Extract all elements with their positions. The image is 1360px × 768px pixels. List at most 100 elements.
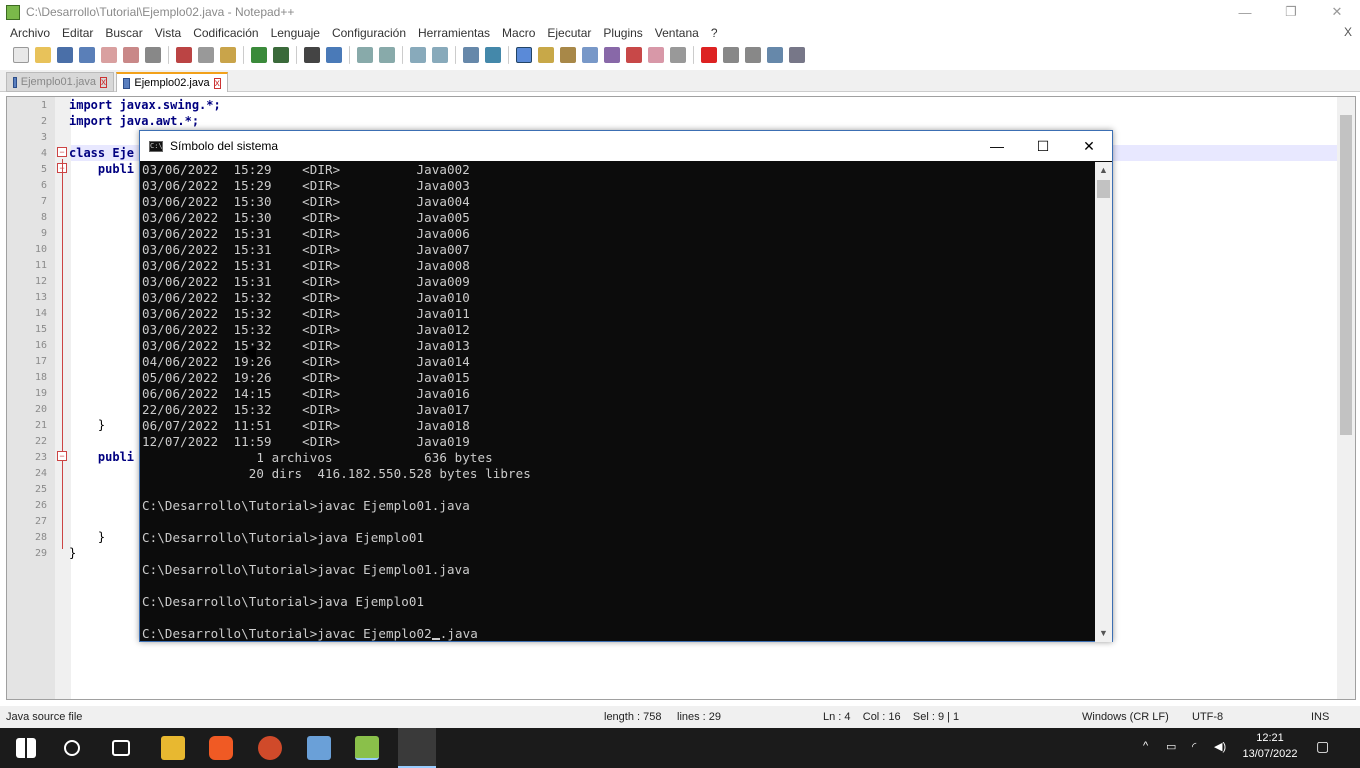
windows-start-icon[interactable] <box>16 738 36 758</box>
cmd-line: 03/06/2022 15:31 <DIR> Java009 <box>142 274 470 289</box>
code-line: import java.awt.*; <box>69 114 199 128</box>
menu-configuracion[interactable]: Configuración <box>332 26 406 40</box>
find-icon[interactable] <box>304 47 320 63</box>
sync-horizontal-icon[interactable] <box>432 47 448 63</box>
cmd-line: 12/07/2022 11:59 <DIR> Java019 <box>142 434 470 449</box>
tab-ejemplo02[interactable]: Ejemplo02.java x <box>116 72 228 92</box>
status-file-type: Java source file <box>6 711 83 723</box>
paste-icon[interactable] <box>220 47 236 63</box>
scrollbar-thumb[interactable] <box>1097 180 1110 198</box>
redo-icon[interactable] <box>273 47 289 63</box>
menu-vista[interactable]: Vista <box>155 26 181 40</box>
cmd-output[interactable]: 03/06/2022 15:29 <DIR> Java002 03/06/2022… <box>142 162 1096 641</box>
menu-editar[interactable]: Editar <box>62 26 93 40</box>
function-list-icon[interactable] <box>582 47 598 63</box>
scroll-down-icon[interactable]: ▼ <box>1095 625 1112 642</box>
menu-macro[interactable]: Macro <box>502 26 535 40</box>
volume-icon[interactable]: ◀) <box>1214 740 1226 753</box>
tray-chevron-icon[interactable]: ^ <box>1143 740 1148 752</box>
menu-archivo[interactable]: Archivo <box>10 26 50 40</box>
cmd-scrollbar[interactable]: ▲ ▼ <box>1095 162 1112 642</box>
folder-workspace-icon[interactable] <box>604 47 620 63</box>
notepad-icon[interactable] <box>307 736 331 760</box>
notifications-icon[interactable]: ▢ <box>1316 738 1329 755</box>
tab-close-icon[interactable]: x <box>213 77 221 89</box>
word-wrap-icon[interactable] <box>463 47 479 63</box>
clock-time[interactable]: 12:21 <box>1240 732 1300 744</box>
document-close-icon[interactable]: X <box>1344 25 1352 39</box>
powerpoint-icon[interactable] <box>258 736 282 760</box>
menu-ventana[interactable]: Ventana <box>655 26 699 40</box>
cmd-current-line[interactable]: C:\Desarrollo\Tutorial>javac Ejemplo02 .j… <box>142 626 1096 641</box>
play-macro-icon[interactable] <box>745 47 761 63</box>
search-icon[interactable] <box>64 740 80 756</box>
wifi-icon[interactable]: ◜ <box>1192 740 1196 753</box>
print-icon[interactable] <box>145 47 161 63</box>
line-number: 25 <box>34 484 47 495</box>
macro-stop-icon[interactable] <box>670 47 686 63</box>
toolbar-separator <box>296 46 297 64</box>
close-file-icon[interactable] <box>101 47 117 63</box>
cmd-close-button[interactable]: ✕ <box>1066 131 1112 161</box>
close-all-icon[interactable] <box>123 47 139 63</box>
fold-toggle-icon[interactable]: − <box>57 451 67 461</box>
command-prompt-window[interactable]: C:\ Símbolo del sistema — ☐ ✕ 03/06/2022… <box>139 130 1113 642</box>
menu-ejecutar[interactable]: Ejecutar <box>547 26 591 40</box>
udl-icon[interactable] <box>538 47 554 63</box>
sync-vertical-icon[interactable] <box>410 47 426 63</box>
menu-herramientas[interactable]: Herramientas <box>418 26 490 40</box>
fold-toggle-icon[interactable]: − <box>57 147 67 157</box>
cmd-line: C:\Desarrollo\Tutorial>javac Ejemplo01.j… <box>142 562 470 577</box>
scroll-up-icon[interactable]: ▲ <box>1095 162 1112 179</box>
cmd-maximize-button[interactable]: ☐ <box>1020 131 1066 161</box>
save-icon[interactable] <box>57 47 73 63</box>
play-multiple-icon[interactable] <box>767 47 783 63</box>
macro-icon[interactable] <box>648 47 664 63</box>
minimize-button[interactable]: — <box>1222 0 1268 24</box>
line-number: 20 <box>34 404 47 415</box>
cmd-title-bar[interactable]: C:\ Símbolo del sistema — ☐ ✕ <box>140 131 1112 161</box>
close-button[interactable]: ✕ <box>1314 0 1360 24</box>
menu-lenguaje[interactable]: Lenguaje <box>271 26 320 40</box>
doc-map-icon[interactable] <box>560 47 576 63</box>
tab-close-icon[interactable]: x <box>100 76 107 88</box>
save-macro-icon[interactable] <box>789 47 805 63</box>
zoom-in-icon[interactable] <box>357 47 373 63</box>
clock-date[interactable]: 13/07/2022 <box>1240 748 1300 760</box>
task-view-icon[interactable] <box>112 740 130 756</box>
scrollbar-thumb[interactable] <box>1340 115 1352 435</box>
replace-icon[interactable] <box>326 47 342 63</box>
zoom-out-icon[interactable] <box>379 47 395 63</box>
notepadpp-taskbar-icon[interactable] <box>355 736 379 760</box>
menu-codificacion[interactable]: Codificación <box>193 26 258 40</box>
save-all-icon[interactable] <box>79 47 95 63</box>
line-number: 5 <box>40 164 47 175</box>
cmd-taskbar-icon[interactable] <box>398 728 436 768</box>
battery-icon[interactable]: ▭ <box>1166 740 1176 753</box>
copy-icon[interactable] <box>198 47 214 63</box>
monitoring-icon[interactable] <box>626 47 642 63</box>
cmd-minimize-button[interactable]: — <box>974 131 1020 161</box>
maximize-button[interactable]: ❐ <box>1268 0 1314 24</box>
indent-guide-icon[interactable] <box>516 47 532 63</box>
cmd-line <box>142 546 1096 562</box>
menu-buscar[interactable]: Buscar <box>105 26 142 40</box>
status-bar: Java source file length : 758 lines : 29… <box>0 706 1360 728</box>
tab-ejemplo01[interactable]: Ejemplo01.java x <box>6 72 114 92</box>
brave-browser-icon[interactable] <box>209 736 233 760</box>
code-line: class Eje <box>69 146 134 160</box>
open-file-icon[interactable] <box>35 47 51 63</box>
status-eol[interactable]: Windows (CR LF) <box>1082 711 1169 723</box>
show-all-chars-icon[interactable] <box>485 47 501 63</box>
menu-plugins[interactable]: Plugins <box>603 26 642 40</box>
stop-macro-icon[interactable] <box>723 47 739 63</box>
record-macro-icon[interactable] <box>701 47 717 63</box>
undo-icon[interactable] <box>251 47 267 63</box>
line-number: 17 <box>34 356 47 367</box>
cut-icon[interactable] <box>176 47 192 63</box>
status-encoding[interactable]: UTF-8 <box>1192 711 1223 723</box>
file-explorer-icon[interactable] <box>161 736 185 760</box>
new-file-icon[interactable] <box>13 47 29 63</box>
editor-scrollbar[interactable] <box>1337 97 1355 699</box>
menu-help[interactable]: ? <box>711 26 718 40</box>
